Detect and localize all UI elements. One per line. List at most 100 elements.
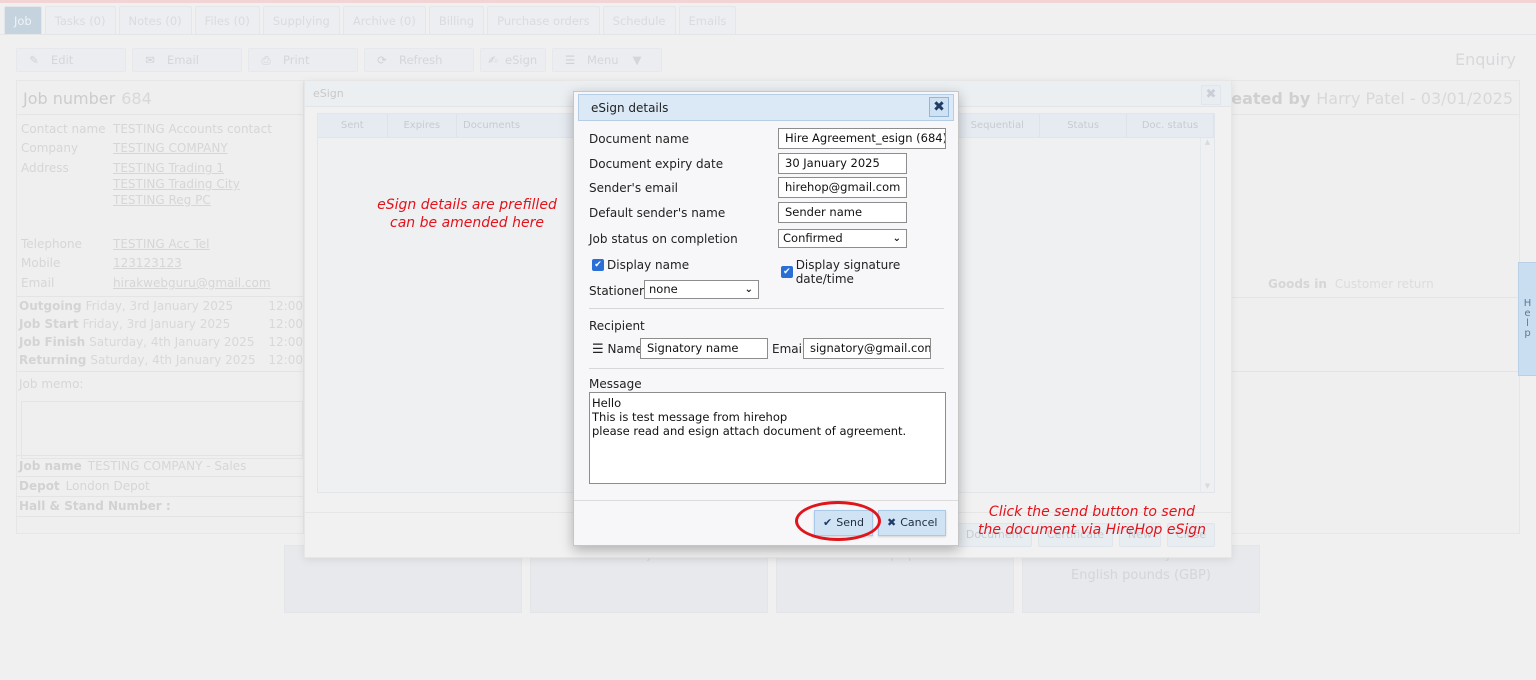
column-status[interactable]: Status xyxy=(1040,114,1128,137)
esign-window-close-button[interactable]: ✖ xyxy=(1201,85,1221,105)
document-name-input[interactable]: Hire Agreement_esign (684) xyxy=(778,128,946,149)
stationery-label: Stationery xyxy=(589,284,652,298)
help-tab[interactable]: Help xyxy=(1518,262,1536,376)
tab-purchase-orders[interactable]: Purchase orders xyxy=(487,6,600,34)
divider xyxy=(17,371,303,372)
column-sent[interactable]: Sent xyxy=(318,114,388,137)
display-name-checkbox[interactable]: ✔ Display name xyxy=(592,258,689,272)
email-row: Email hirakwebguru@gmail.com xyxy=(21,276,271,290)
contact-name-row: Contact name TESTING Accounts contact xyxy=(21,122,272,136)
tab-job[interactable]: Job xyxy=(4,6,42,34)
printer-icon: ⎙ xyxy=(261,52,271,67)
divider xyxy=(17,455,303,456)
tab-emails[interactable]: Emails xyxy=(678,6,737,34)
annotation-send-hint: Click the send button to send the docume… xyxy=(977,504,1207,538)
grid-scrollbar[interactable]: ▲ ▼ xyxy=(1200,138,1214,492)
job-meta-panel: Created by Harry Patel - 03/01/2025 Goods… xyxy=(1212,80,1520,534)
tabbar-divider xyxy=(0,34,1536,35)
job-memo-box[interactable] xyxy=(21,401,303,459)
close-icon: ✖ xyxy=(887,516,897,529)
tab-tasks[interactable]: Tasks (0) xyxy=(44,6,116,34)
print-button[interactable]: ⎙ Print xyxy=(248,48,358,72)
created-by: Created by Harry Patel - 03/01/2025 xyxy=(1211,89,1513,108)
job-tabs: Job Tasks (0) Notes (0) Files (0) Supply… xyxy=(4,6,737,34)
document-name-label: Document name xyxy=(589,132,690,146)
dialog-close-button[interactable]: ✖ xyxy=(929,97,949,117)
divider xyxy=(589,368,944,369)
send-highlight-circle xyxy=(795,501,881,541)
depot-row: Depot London Depot xyxy=(19,479,150,493)
date-row-job-start: Job Start Friday, 3rd January 2025 12:00 xyxy=(19,317,303,331)
job-name-row: Job name TESTING COMPANY - Sales xyxy=(19,459,247,473)
sender-email-label: Sender's email xyxy=(589,181,678,195)
telephone-row: Telephone TESTING Acc Tel xyxy=(21,237,210,251)
divider xyxy=(1230,371,1519,372)
recipient-email-input[interactable]: signatory@gmail.com xyxy=(803,338,931,359)
company-link[interactable]: TESTING COMPANY xyxy=(113,141,228,155)
column-doc-status[interactable]: Doc. status xyxy=(1127,114,1214,137)
hall-stand-label: Hall & Stand Number : xyxy=(19,499,171,513)
recipient-email-label: Email xyxy=(772,342,806,356)
divider xyxy=(1230,297,1519,298)
top-accent-line xyxy=(0,0,1536,3)
email-button[interactable]: ✉ Email xyxy=(132,48,242,72)
date-row-job-finish: Job Finish Saturday, 4th January 2025 12:0… xyxy=(19,335,303,349)
tab-files[interactable]: Files (0) xyxy=(194,6,260,34)
caret-down-icon: ▼ xyxy=(632,53,642,67)
column-sequential[interactable]: Sequential xyxy=(955,114,1041,137)
sender-email-input[interactable]: hirehop@gmail.com xyxy=(778,177,907,198)
job-number: Job number 684 xyxy=(23,89,152,108)
tab-billing[interactable]: Billing xyxy=(428,6,485,34)
recipient-name-input[interactable]: Signatory name xyxy=(640,338,768,359)
close-icon: ✖ xyxy=(1205,87,1217,102)
divider xyxy=(574,500,958,501)
column-expires[interactable]: Expires xyxy=(388,114,458,137)
divider xyxy=(17,476,303,477)
close-icon: ✖ xyxy=(933,99,945,115)
tab-schedule[interactable]: Schedule xyxy=(602,6,676,34)
divider xyxy=(589,308,944,309)
mobile-row: Mobile 123123123 xyxy=(21,256,182,270)
signature-pen-icon: ✍ xyxy=(488,53,498,67)
divider xyxy=(1230,114,1519,115)
stationery-select[interactable]: none ⌄ xyxy=(644,280,759,299)
menu-button[interactable]: ☰ Menu ▼ xyxy=(552,48,662,72)
job-status-label: Job status on completion xyxy=(589,232,738,246)
sender-name-label: Default sender's name xyxy=(589,206,726,220)
recipient-row: ☰ Name xyxy=(592,342,643,357)
checkmark-icon: ✔ xyxy=(781,266,793,278)
address-row: Address TESTING Trading 1 xyxy=(21,161,224,175)
message-label: Message xyxy=(589,377,642,391)
hamburger-icon: ☰ xyxy=(564,53,576,67)
divider xyxy=(17,296,303,297)
pencil-icon: ✎ xyxy=(29,53,39,67)
tab-notes[interactable]: Notes (0) xyxy=(118,6,192,34)
date-row-outgoing: Outgoing Friday, 3rd January 2025 12:00 xyxy=(19,299,303,313)
dialog-title: eSign details ✖ xyxy=(578,94,954,121)
esign-button[interactable]: ✍ eSign xyxy=(480,48,546,72)
job-status-select[interactable]: Confirmed ⌄ xyxy=(778,229,907,248)
cancel-button[interactable]: ✖ Cancel xyxy=(878,510,947,536)
refresh-button[interactable]: ⟳ Refresh xyxy=(364,48,474,72)
edit-button[interactable]: ✎ Edit xyxy=(16,48,126,72)
message-textarea[interactable]: Hello This is test message from hirehop … xyxy=(589,392,946,484)
divider xyxy=(17,496,303,497)
tab-supplying[interactable]: Supplying xyxy=(262,6,340,34)
tab-archive[interactable]: Archive (0) xyxy=(342,6,426,34)
annotation-prefilled: eSign details are prefilled can be amend… xyxy=(377,197,557,231)
checkmark-icon: ✔ xyxy=(592,259,604,271)
envelope-icon: ✉ xyxy=(145,53,155,67)
esign-details-dialog: eSign details ✖ Document name Hire Agree… xyxy=(573,91,959,546)
recipient-label: Recipient xyxy=(589,319,645,333)
divider xyxy=(17,516,303,517)
expiry-date-input[interactable]: 30 January 2025 xyxy=(778,153,907,174)
drag-handle-icon[interactable]: ☰ xyxy=(592,342,604,357)
company-row: Company TESTING COMPANY xyxy=(21,141,228,155)
address-line-3: TESTING Reg PC xyxy=(113,193,211,207)
goods-in-row: Goods in Customer return xyxy=(1268,277,1434,291)
job-toolbar: ✎ Edit ✉ Email ⎙ Print ⟳ Refresh ✍ eSign… xyxy=(16,48,662,72)
job-memo-label: Job memo: xyxy=(19,377,84,391)
expiry-date-label: Document expiry date xyxy=(589,157,724,171)
sender-name-input[interactable]: Sender name xyxy=(778,202,907,223)
display-date-checkbox[interactable]: ✔ Display signature date/time xyxy=(781,258,958,286)
